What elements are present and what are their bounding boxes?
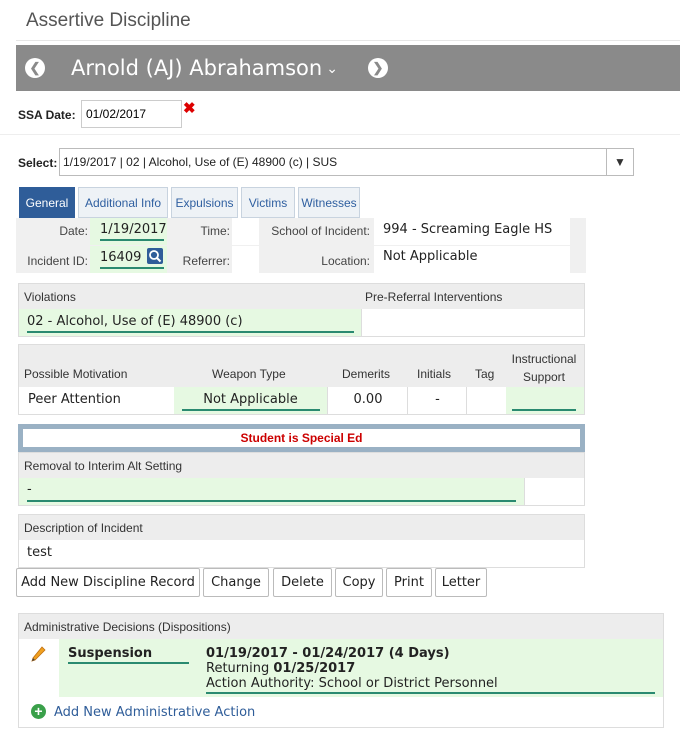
returning-date: 01/25/2017	[273, 661, 356, 676]
removal-value: -	[27, 482, 32, 497]
returning-label: Returning	[206, 661, 270, 676]
pencil-icon[interactable]	[30, 645, 47, 665]
ssa-date-input[interactable]	[81, 100, 182, 128]
weapon-value: Not Applicable	[203, 392, 298, 407]
tab-expulsions[interactable]: Expulsions	[171, 187, 238, 218]
school-label: School of Incident:	[271, 224, 370, 238]
interventions-field[interactable]	[361, 309, 584, 336]
location-value: Not Applicable	[383, 249, 478, 264]
arrow-left-circle-icon[interactable]: ❮	[25, 58, 45, 78]
time-field[interactable]	[232, 218, 259, 245]
date-value: 1/19/2017	[100, 222, 167, 237]
initials-field[interactable]: -	[407, 387, 466, 414]
add-administrative-action-label: Add New Administrative Action	[54, 705, 256, 720]
description-field[interactable]: test	[19, 540, 584, 567]
letter-button[interactable]: Letter	[435, 568, 487, 597]
action-authority: Action Authority: School or District Per…	[206, 676, 498, 691]
student-header: ❮ Arnold (AJ) Abrahamson ⌄ ❯	[16, 45, 680, 91]
date-field[interactable]: 1/19/2017	[90, 218, 167, 245]
change-button[interactable]: Change	[203, 568, 269, 597]
tag-field[interactable]	[466, 387, 506, 414]
add-new-discipline-record-button[interactable]: Add New Discipline Record	[16, 568, 200, 597]
plus-circle-icon: +	[31, 704, 46, 719]
special-ed-alert: Student is Special Ed	[18, 424, 585, 452]
referrer-label: Referrer:	[182, 254, 230, 268]
print-button[interactable]: Print	[386, 568, 432, 597]
location-label: Location:	[321, 254, 370, 268]
page-title: Assertive Discipline	[26, 10, 191, 31]
weapon-header: Weapon Type	[212, 367, 286, 381]
search-icon[interactable]	[147, 248, 163, 264]
initials-header: Initials	[417, 367, 452, 381]
dropdown-arrow-icon[interactable]: ▼	[606, 149, 633, 175]
demerits-value: 0.00	[353, 392, 383, 407]
violations-section: Violations Pre-Referral Interventions 02…	[18, 283, 585, 337]
description-section: Description of Incident test	[18, 514, 585, 568]
motivation-value: Peer Attention	[28, 392, 121, 407]
general-details: Date: 1/19/2017 Time: School of Incident…	[16, 218, 586, 273]
demerits-header: Demerits	[342, 367, 391, 381]
arrow-right-circle-icon[interactable]: ❯	[368, 58, 388, 78]
removal-header: Removal to Interim Alt Setting	[19, 453, 584, 478]
initials-value: -	[435, 392, 440, 407]
select-value: 1/19/2017 | 02 | Alcohol, Use of (E) 489…	[63, 155, 338, 169]
violations-header: Violations	[24, 290, 76, 304]
dispositions-section: Administrative Decisions (Dispositions) …	[18, 613, 664, 728]
school-value: 994 - Screaming Eagle HS	[383, 222, 553, 237]
referrer-field[interactable]	[232, 246, 259, 273]
disposition-type: Suspension	[68, 646, 153, 661]
demerits-field[interactable]: 0.00	[327, 387, 407, 414]
student-name: Arnold (AJ) Abrahamson	[71, 56, 323, 80]
date-label: Date:	[59, 224, 88, 238]
incident-id-field[interactable]: 16409	[90, 246, 167, 273]
motivation-header: Possible Motivation	[24, 367, 128, 381]
time-label: Time:	[200, 224, 230, 238]
incident-id-value: 16409	[100, 250, 142, 265]
instructional-support-header: Instructional Support	[511, 352, 577, 384]
interventions-header: Pre-Referral Interventions	[365, 290, 503, 304]
disposition-range: 01/19/2017 - 01/24/2017 (4 Days)	[206, 646, 450, 661]
location-field[interactable]: Not Applicable	[374, 246, 570, 273]
student-name-dropdown[interactable]: Arnold (AJ) Abrahamson ⌄	[71, 56, 338, 80]
motivation-section: Possible Motivation Weapon Type Demerits…	[18, 344, 585, 415]
incident-id-label: Incident ID:	[27, 254, 88, 268]
disposition-row[interactable]: Suspension 01/19/2017 - 01/24/2017 (4 Da…	[59, 639, 663, 697]
dispositions-header: Administrative Decisions (Dispositions)	[19, 614, 663, 639]
select-label: Select:	[18, 156, 58, 170]
school-field[interactable]: 994 - Screaming Eagle HS	[374, 218, 570, 245]
removal-field[interactable]: -	[19, 478, 524, 505]
x-icon[interactable]: ✖	[183, 99, 196, 117]
ssa-date-label: SSA Date:	[18, 108, 76, 122]
tab-general[interactable]: General	[19, 187, 75, 218]
copy-button[interactable]: Copy	[335, 568, 383, 597]
delete-button[interactable]: Delete	[273, 568, 332, 597]
tab-victims[interactable]: Victims	[241, 187, 295, 218]
description-header: Description of Incident	[19, 515, 584, 540]
tag-header: Tag	[475, 367, 495, 381]
instructional-support-field[interactable]	[506, 387, 584, 414]
title-divider	[16, 40, 680, 41]
weapon-field[interactable]: Not Applicable	[174, 387, 327, 414]
removal-section: Removal to Interim Alt Setting -	[18, 452, 585, 506]
chevron-down-icon: ⌄	[326, 61, 338, 77]
divider	[0, 134, 680, 135]
tab-witnesses[interactable]: Witnesses	[298, 187, 360, 218]
incident-select[interactable]: 1/19/2017 | 02 | Alcohol, Use of (E) 489…	[59, 148, 634, 176]
violation-field[interactable]: 02 - Alcohol, Use of (E) 48900 (c)	[19, 309, 361, 336]
tab-additional-info[interactable]: Additional Info	[78, 187, 168, 218]
motivation-field[interactable]: Peer Attention	[19, 387, 174, 414]
description-value: test	[27, 545, 52, 560]
violation-value: 02 - Alcohol, Use of (E) 48900 (c)	[27, 314, 243, 329]
